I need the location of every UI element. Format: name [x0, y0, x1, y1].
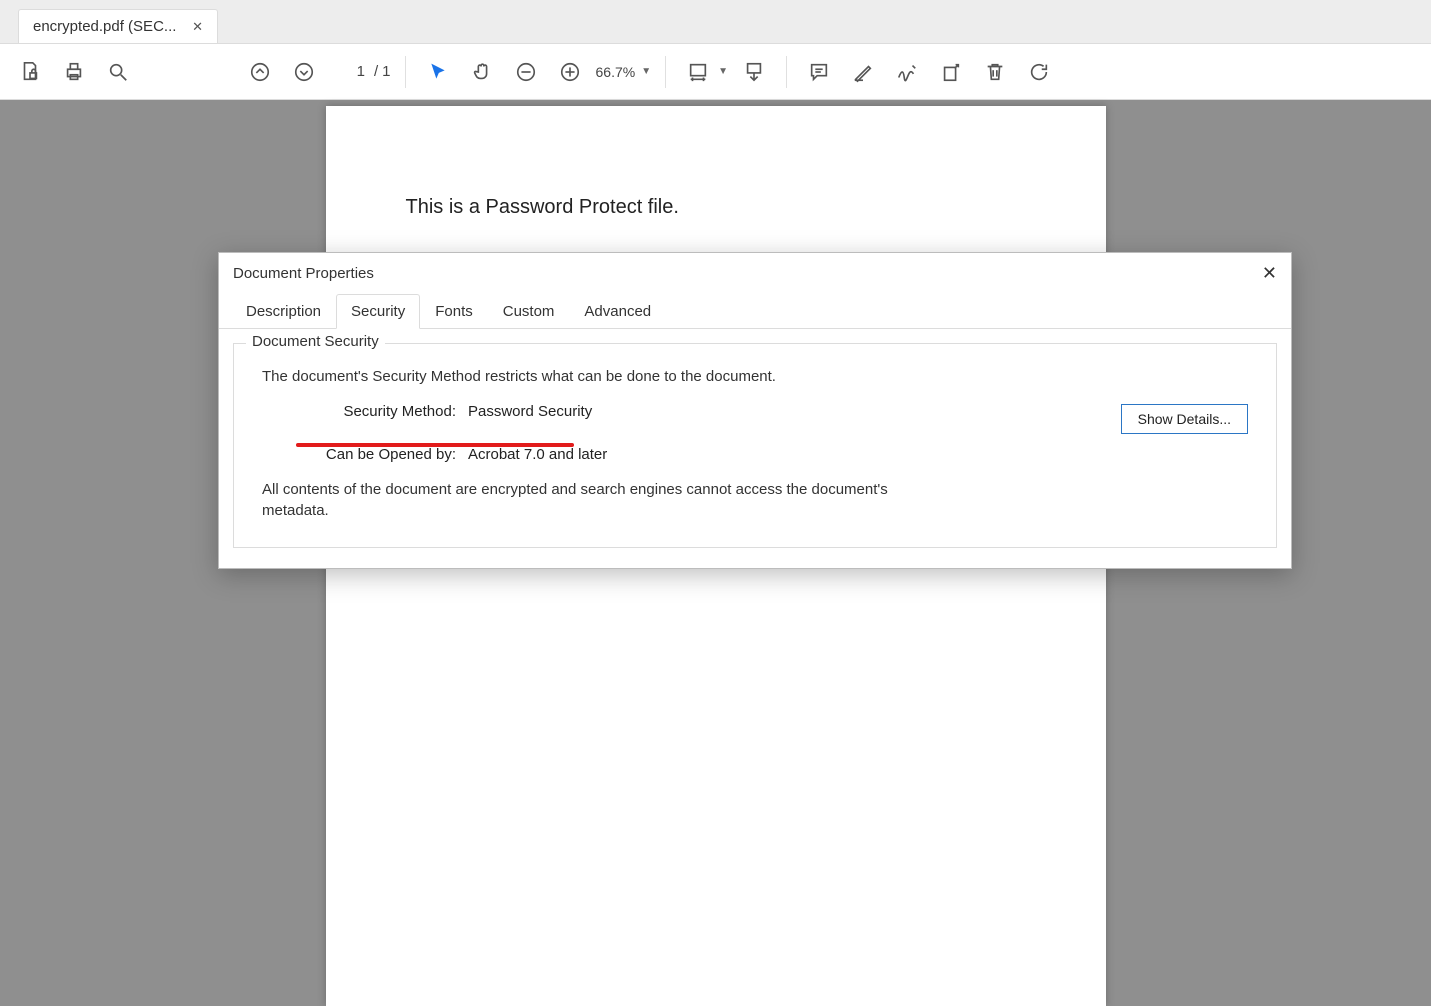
security-lock-icon[interactable]	[12, 54, 48, 90]
comment-icon[interactable]	[801, 54, 837, 90]
hand-tool-icon[interactable]	[464, 54, 500, 90]
page-total: 1	[382, 63, 390, 80]
tab-description[interactable]: Description	[231, 294, 336, 328]
nav-down-icon[interactable]	[286, 54, 322, 90]
toolbar: / 1 66.7% ▼ ▼	[0, 44, 1431, 100]
highlight-icon[interactable]	[845, 54, 881, 90]
close-dialog-icon[interactable]: ✕	[1262, 263, 1277, 284]
group-legend: Document Security	[246, 333, 385, 350]
divider	[405, 56, 406, 88]
zoom-level[interactable]: 66.7% ▼	[596, 64, 652, 80]
delete-icon[interactable]	[977, 54, 1013, 90]
page-separator: /	[374, 63, 378, 80]
security-intro: The document's Security Method restricts…	[262, 368, 1248, 385]
page-display-icon[interactable]	[736, 54, 772, 90]
nav-up-icon[interactable]	[242, 54, 278, 90]
print-icon[interactable]	[56, 54, 92, 90]
chevron-down-icon: ▼	[641, 66, 651, 77]
dialog-tabs: Description Security Fonts Custom Advanc…	[219, 293, 1291, 329]
search-icon[interactable]	[100, 54, 136, 90]
document-tab-title: encrypted.pdf (SEC...	[33, 18, 184, 35]
close-tab-icon[interactable]: ✕	[192, 19, 203, 35]
divider	[786, 56, 787, 88]
pointer-tool-icon[interactable]	[420, 54, 456, 90]
document-security-group: Document Security The document's Securit…	[233, 343, 1277, 548]
page-indicator: / 1	[330, 58, 391, 86]
rotate-page-icon[interactable]	[933, 54, 969, 90]
divider	[665, 56, 666, 88]
rotate-view-icon[interactable]	[1021, 54, 1057, 90]
opened-by-row: Can be Opened by: Acrobat 7.0 and later	[286, 446, 1248, 463]
document-tab[interactable]: encrypted.pdf (SEC... ✕	[18, 9, 218, 43]
security-method-row: Security Method: Password Security	[286, 403, 1248, 420]
tab-advanced[interactable]: Advanced	[569, 294, 666, 328]
fit-width-icon[interactable]	[680, 54, 716, 90]
opened-by-value: Acrobat 7.0 and later	[468, 446, 607, 463]
tab-fonts[interactable]: Fonts	[420, 294, 488, 328]
tab-bar: encrypted.pdf (SEC... ✕	[0, 0, 1431, 44]
security-method-value: Password Security	[468, 403, 592, 420]
dialog-titlebar: Document Properties ✕	[219, 253, 1291, 293]
sign-icon[interactable]	[889, 54, 925, 90]
page-body-text: This is a Password Protect file.	[406, 196, 1026, 219]
chevron-down-icon[interactable]: ▼	[718, 66, 728, 77]
zoom-value: 66.7%	[596, 64, 636, 80]
zoom-in-icon[interactable]	[552, 54, 588, 90]
zoom-out-icon[interactable]	[508, 54, 544, 90]
page-number-input[interactable]	[330, 58, 370, 86]
opened-by-label: Can be Opened by:	[286, 446, 456, 463]
tab-custom[interactable]: Custom	[488, 294, 570, 328]
tab-security[interactable]: Security	[336, 294, 420, 329]
dialog-title: Document Properties	[233, 265, 374, 282]
security-method-label: Security Method:	[286, 403, 456, 420]
show-details-button[interactable]: Show Details...	[1121, 404, 1248, 434]
red-underline-annotation	[296, 443, 574, 447]
document-properties-dialog: Document Properties ✕ Description Securi…	[218, 252, 1292, 569]
encrypted-note: All contents of the document are encrypt…	[262, 479, 902, 521]
